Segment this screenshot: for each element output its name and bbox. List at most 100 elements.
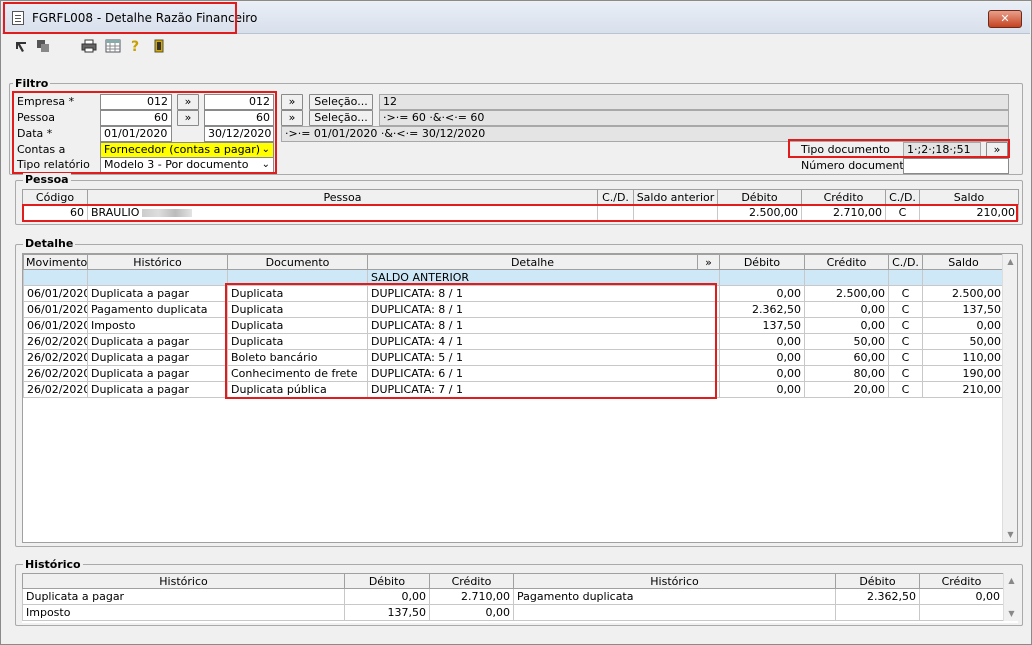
table-row[interactable]: 26/02/2020 Duplicata a pagar Conhecimento … (23, 365, 1005, 382)
scroll-up-icon[interactable]: ▲ (1003, 254, 1018, 269)
col-cd[interactable]: C./D. (888, 254, 923, 270)
help-icon[interactable]: ? (127, 39, 143, 55)
col-debito[interactable]: Débito (719, 254, 805, 270)
scroll-down-icon[interactable]: ▼ (1004, 606, 1019, 621)
detalhe-cell: DUPLICATA: 8 / 1 (367, 301, 720, 318)
pessoa-range2-button[interactable]: » (281, 110, 303, 126)
tipo-relatorio-value: Modelo 3 - Por documento (104, 158, 249, 171)
col-saldo-anterior[interactable]: Saldo anterior (633, 189, 718, 205)
col-historico-1[interactable]: Histórico (22, 573, 345, 589)
documento-cell: Duplicata (227, 317, 368, 334)
col-detalhe[interactable]: Detalhe (367, 254, 698, 270)
historico-cell: Duplicata a pagar (87, 285, 228, 302)
historico-scrollbar[interactable]: ▲ ▼ (1003, 573, 1018, 621)
debito-cell: 0,00 (719, 365, 805, 382)
saldo-cell: 210,00 (922, 381, 1005, 398)
tipo-relatorio-select[interactable]: Modelo 3 - Por documento ⌄ (100, 157, 274, 173)
credito-cell: 80,00 (804, 365, 889, 382)
vertical-scrollbar[interactable]: ▲ ▼ (1002, 254, 1017, 542)
table-row[interactable]: Imposto 137,50 0,00 (22, 604, 1004, 621)
historico-cell: Duplicata a pagar (87, 381, 228, 398)
main-window: FGRFL008 - Detalhe Razão Financeiro ✕ ? … (0, 0, 1032, 645)
col-historico-2[interactable]: Histórico (513, 573, 836, 589)
exit-door-icon[interactable] (151, 39, 167, 55)
empresa-label: Empresa * (17, 95, 75, 108)
movimento-cell: 06/01/2020 (23, 301, 88, 318)
col-historico[interactable]: Histórico (87, 254, 228, 270)
numero-documento-input[interactable] (903, 158, 1009, 174)
pessoa-from-input[interactable]: 60 (100, 110, 172, 126)
empresa-to-input[interactable]: 012 (204, 94, 274, 110)
col-debito[interactable]: Débito (717, 189, 802, 205)
historico-d1-cell: 0,00 (344, 588, 430, 605)
data-label: Data * (17, 127, 53, 140)
table-row[interactable]: Duplicata a pagar 0,00 2.710,00 Pagamento d… (22, 588, 1004, 605)
col-credito-2[interactable]: Crédito (919, 573, 1004, 589)
saldo-anterior-row[interactable]: SALDO ANTERIOR (23, 269, 1005, 286)
table-row[interactable]: 26/02/2020 Duplicata a pagar Duplicata púb… (23, 381, 1005, 398)
table-row[interactable]: 06/01/2020 Imposto Duplicata DUPLICATA: 8 /… (23, 317, 1005, 334)
credito-cell: 2.500,00 (804, 285, 889, 302)
col-credito[interactable]: Crédito (801, 189, 886, 205)
tipo-documento-label: Tipo documento (801, 143, 890, 156)
scroll-up-icon[interactable]: ▲ (1004, 573, 1019, 588)
debito-cell: 0,00 (719, 381, 805, 398)
data-from-input[interactable]: 01/01/2020 (100, 126, 172, 142)
col-saldo[interactable]: Saldo (922, 254, 1005, 270)
printer-icon[interactable] (81, 39, 97, 55)
col-saldo[interactable]: Saldo (919, 189, 1019, 205)
scroll-down-icon[interactable]: ▼ (1003, 527, 1018, 542)
col-cd[interactable]: C./D. (597, 189, 634, 205)
credito-cell: 0,00 (804, 317, 889, 334)
table-row[interactable]: 06/01/2020 Duplicata a pagar Duplicata DUPL… (23, 285, 1005, 302)
col-pessoa[interactable]: Pessoa (87, 189, 598, 205)
col-documento[interactable]: Documento (227, 254, 368, 270)
col-cd2[interactable]: C./D. (885, 189, 920, 205)
pessoa-range-button[interactable]: » (177, 110, 199, 126)
expand-detalhe-button[interactable]: » (697, 254, 720, 270)
empresa-selecao-button[interactable]: Seleção... (309, 94, 373, 110)
chevron-down-icon: ⌄ (261, 144, 270, 155)
table-row[interactable]: 06/01/2020 Pagamento duplicata Duplicata DU… (23, 301, 1005, 318)
credito-cell: 20,00 (804, 381, 889, 398)
saldo-cell: 190,00 (922, 365, 1005, 382)
contas-select[interactable]: Fornecedor (contas a pagar) ⌄ (100, 142, 274, 158)
col-debito-2[interactable]: Débito (835, 573, 920, 589)
saldo-cell: 110,00 (922, 349, 1005, 366)
pessoa-saldo-anterior (633, 204, 718, 221)
cd-cell: C (888, 317, 923, 334)
historico-cell: Duplicata a pagar (87, 333, 228, 350)
documento-cell: Duplicata pública (227, 381, 368, 398)
col-credito-1[interactable]: Crédito (429, 573, 514, 589)
title-bar[interactable]: FGRFL008 - Detalhe Razão Financeiro ✕ (2, 2, 1030, 34)
table-row[interactable]: 60 BRAULIO 2.500,00 2.710,00 C 210,00 (22, 204, 1019, 221)
back-arrow-icon[interactable] (13, 39, 29, 55)
empresa-summary: 12 (379, 94, 1009, 110)
layers-icon[interactable] (35, 39, 51, 55)
empresa-range-button[interactable]: » (177, 94, 199, 110)
detalhe-group-label: Detalhe (23, 237, 76, 250)
col-debito-1[interactable]: Débito (344, 573, 430, 589)
credito-cell: 50,00 (804, 333, 889, 350)
pessoa-selecao-button[interactable]: Seleção... (309, 110, 373, 126)
redacted-name (142, 209, 193, 217)
detalhe-cell: DUPLICATA: 4 / 1 (367, 333, 720, 350)
pessoa-to-input[interactable]: 60 (204, 110, 274, 126)
table-row[interactable]: 26/02/2020 Duplicata a pagar Boleto bancár… (23, 349, 1005, 366)
data-to-input[interactable]: 30/12/2020 (204, 126, 274, 142)
table-row[interactable]: 26/02/2020 Duplicata a pagar Duplicata DUPL… (23, 333, 1005, 350)
close-button[interactable]: ✕ (988, 10, 1022, 28)
tipo-documento-button[interactable]: » (986, 142, 1008, 158)
col-credito[interactable]: Crédito (804, 254, 889, 270)
contas-value: Fornecedor (contas a pagar) (104, 143, 261, 156)
saldo-cell: 50,00 (922, 333, 1005, 350)
empresa-from-input[interactable]: 012 (100, 94, 172, 110)
historico-cell: Duplicata a pagar (87, 349, 228, 366)
calendar-grid-icon[interactable] (105, 39, 121, 55)
col-codigo[interactable]: Código (22, 189, 88, 205)
col-movimento[interactable]: Movimento (23, 254, 88, 270)
empresa-range2-button[interactable]: » (281, 94, 303, 110)
numero-documento-label: Número documento (801, 159, 911, 172)
pessoa-nome-cell: BRAULIO (87, 204, 598, 221)
historico-cell: Duplicata a pagar (87, 365, 228, 382)
